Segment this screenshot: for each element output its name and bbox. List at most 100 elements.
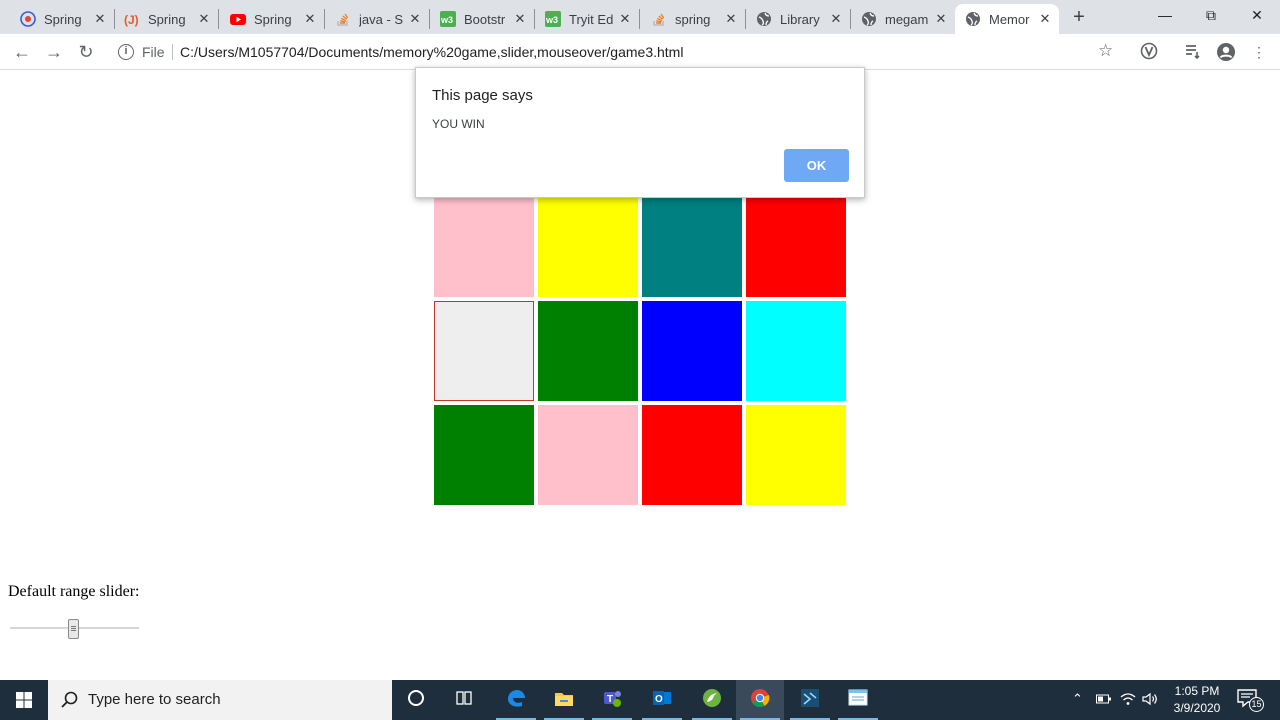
media-queue-icon[interactable] — [1183, 42, 1203, 62]
tab-title: Spring — [44, 11, 82, 27]
grid-cell-r2-c3[interactable] — [642, 197, 742, 297]
tab-title: Bootstr — [464, 11, 506, 27]
taskbar-app-spring-tool-suite[interactable] — [688, 680, 736, 720]
tab-8[interactable]: Library ✕ — [746, 4, 850, 34]
reload-icon[interactable]: ↻ — [72, 38, 100, 66]
svg-text:T: T — [607, 694, 613, 705]
profile-avatar-icon[interactable] — [1216, 42, 1236, 62]
tab-3[interactable]: Spring ✕ — [220, 4, 324, 34]
taskbar-search-box[interactable]: Type here to search — [48, 680, 392, 720]
stackoverflow-icon — [335, 11, 351, 27]
range-slider-thumb[interactable] — [68, 619, 79, 639]
tab-title: java - Sp — [359, 11, 403, 27]
wifi-icon[interactable] — [1120, 691, 1136, 710]
grid-cell-r4-c4[interactable] — [746, 405, 846, 505]
grid-cell-r2-c2[interactable] — [538, 197, 638, 297]
address-divider — [172, 44, 173, 60]
grid-cell-r4-c2[interactable] — [538, 405, 638, 505]
w3schools-icon: w3 — [440, 11, 456, 27]
tab-title: megam — [885, 11, 929, 27]
file-explorer-icon — [553, 687, 575, 714]
grid-cell-r3-c2[interactable] — [538, 301, 638, 401]
battery-icon[interactable] — [1096, 693, 1112, 708]
more-menu-icon[interactable]: ⋮ — [1249, 42, 1269, 62]
spring-logo-icon — [20, 11, 36, 27]
taskbar-app-edge[interactable] — [492, 680, 540, 720]
tab-2[interactable]: (J) Spring ✕ — [114, 4, 218, 34]
taskbar-app-teams[interactable]: T — [588, 680, 636, 720]
tab-9[interactable]: megam ✕ — [851, 4, 955, 34]
w3schools-icon: w3 — [545, 11, 561, 27]
taskbar-app-chrome[interactable] — [736, 680, 784, 720]
taskbar-app-outlook[interactable]: O — [638, 680, 686, 720]
taskbar-app-cortana[interactable] — [392, 680, 440, 720]
address-bar[interactable]: i File C:/Users/M1057704/Documents/memor… — [108, 37, 1126, 67]
grid-cell-r2-c4[interactable] — [746, 197, 846, 297]
youtube-icon — [230, 11, 246, 27]
forward-icon[interactable]: → — [40, 38, 68, 66]
tab-close-icon[interactable]: ✕ — [512, 11, 528, 27]
tab-7[interactable]: spring ✕ — [641, 4, 745, 34]
tab-1[interactable]: Spring ✕ — [10, 4, 114, 34]
globe-icon — [965, 11, 981, 27]
clock-time[interactable]: 1:05 PM — [1172, 684, 1222, 698]
start-button[interactable] — [0, 680, 48, 720]
grid-cell-r2-c1[interactable] — [434, 197, 534, 297]
tab-strip: Spring✕(J)Spring✕Spring✕java - Sp✕w3Boot… — [0, 0, 1280, 34]
chrome-icon — [749, 687, 771, 714]
url-text[interactable]: C:/Users/M1057704/Documents/memory%20gam… — [180, 44, 683, 60]
grid-cell-r3-c4[interactable] — [746, 301, 846, 401]
tab-5[interactable]: w3 Bootstr ✕ — [430, 4, 534, 34]
tab-title: Tryit Ed — [569, 11, 613, 27]
dialog-message: YOU WIN — [432, 117, 485, 131]
tab-close-icon[interactable]: ✕ — [407, 11, 423, 27]
taskbar-app-file-explorer[interactable] — [540, 680, 588, 720]
tab-close-icon[interactable]: ✕ — [196, 11, 212, 27]
tab-title: Spring — [148, 11, 186, 27]
grid-cell-r4-c3[interactable] — [642, 405, 742, 505]
notification-count-badge: 15 — [1249, 697, 1264, 712]
tab-close-icon[interactable]: ✕ — [92, 11, 108, 27]
close-window-button[interactable]: ✕ — [1234, 0, 1280, 32]
svg-text:(J): (J) — [124, 13, 139, 27]
tab-close-icon[interactable]: ✕ — [617, 11, 633, 27]
grid-cell-r3-c1[interactable] — [434, 301, 534, 401]
screen: Spring✕(J)Spring✕Spring✕java - Sp✕w3Boot… — [0, 0, 1280, 720]
vpn-extension-icon[interactable] — [1139, 42, 1159, 62]
bookmark-star-icon[interactable]: ☆ — [1098, 41, 1113, 61]
action-center-icon[interactable]: 15 — [1236, 688, 1264, 712]
back-icon[interactable]: ← — [8, 38, 36, 66]
javatpoint-icon: (J) — [124, 11, 140, 27]
spring-tool-suite-icon — [701, 687, 723, 714]
tab-6[interactable]: w3 Tryit Ed ✕ — [535, 4, 639, 34]
minimize-button[interactable]: — — [1142, 0, 1188, 32]
tab-close-icon[interactable]: ✕ — [933, 11, 949, 27]
ok-button[interactable]: OK — [784, 149, 849, 182]
slider-label: Default range slider: — [8, 583, 140, 600]
info-icon[interactable]: i — [118, 44, 134, 60]
tab-separator — [218, 9, 219, 29]
search-placeholder: Type here to search — [88, 691, 221, 708]
clock-date[interactable]: 3/9/2020 — [1168, 701, 1226, 715]
search-icon — [61, 691, 78, 708]
tab-close-icon[interactable]: ✕ — [302, 11, 318, 27]
grid-cell-r4-c1[interactable] — [434, 405, 534, 505]
tab-close-icon[interactable]: ✕ — [828, 11, 844, 27]
volume-icon[interactable] — [1142, 691, 1158, 710]
show-hidden-icons-icon[interactable]: ⌃ — [1072, 691, 1083, 707]
restore-button[interactable]: ⧉ — [1188, 0, 1234, 32]
tab-4[interactable]: java - Sp✕ — [325, 4, 429, 34]
taskbar-app-notepad[interactable] — [834, 680, 882, 720]
tab-close-icon[interactable]: ✕ — [723, 11, 739, 27]
new-tab-button[interactable]: + — [1066, 6, 1092, 30]
tab-title: spring — [675, 11, 711, 27]
tab-10[interactable]: Memor ✕ — [955, 4, 1059, 34]
taskbar-app-task-view[interactable] — [440, 680, 488, 720]
stackoverflow-icon — [651, 11, 667, 27]
svg-text:w3: w3 — [545, 15, 558, 25]
grid-cell-r3-c3[interactable] — [642, 301, 742, 401]
notepad-icon — [847, 687, 869, 714]
tab-title: Memor — [989, 11, 1030, 27]
tab-close-icon[interactable]: ✕ — [1037, 11, 1053, 27]
taskbar-app-visual-studio[interactable] — [786, 680, 834, 720]
